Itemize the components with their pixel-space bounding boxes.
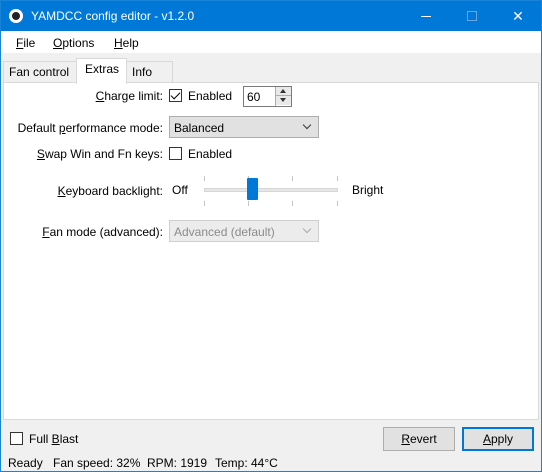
- menu-options[interactable]: Options: [53, 36, 94, 50]
- menu-help[interactable]: Help: [114, 36, 139, 50]
- minimize-icon: [421, 16, 431, 17]
- full-blast-label-post: last: [59, 432, 79, 446]
- fan-mode-accel: F: [42, 225, 50, 239]
- swap-keys-enabled-label[interactable]: Enabled: [188, 147, 232, 161]
- close-icon: ✕: [512, 8, 524, 24]
- status-state: Ready: [8, 456, 43, 470]
- fan-mode-text: an mode (advanced):: [49, 225, 163, 239]
- perf-mode-select[interactable]: Balanced: [169, 116, 319, 138]
- fan-mode-select: Advanced (default): [169, 220, 319, 242]
- slider-tick: [248, 201, 249, 206]
- slider-tick: [204, 176, 205, 181]
- tab-info-label: Info: [132, 65, 153, 79]
- slider-tick: [337, 176, 338, 181]
- slider-tick: [337, 201, 338, 206]
- tab-extras-label: Extras: [85, 62, 120, 76]
- chevron-down-icon: [303, 226, 313, 236]
- apply-accel: A: [482, 432, 491, 446]
- menu-file[interactable]: File: [16, 36, 35, 50]
- menu-help-accel: H: [114, 36, 123, 50]
- perf-mode-label-pre: Default: [17, 121, 59, 135]
- maximize-button: [449, 1, 495, 31]
- charge-limit-label: Charge limit:: [51, 89, 163, 103]
- apply-button[interactable]: Apply: [462, 427, 534, 451]
- status-fan-speed: Fan speed: 32%: [53, 456, 141, 470]
- app-window: YAMDCC config editor - v1.2.0 ✕ File Opt…: [0, 0, 542, 472]
- apply-label: pply: [491, 432, 514, 446]
- tab-fan-control-label: Fan control: [9, 65, 70, 79]
- tab-strip: Fan control Extras Info: [1, 53, 541, 85]
- slider-tick: [292, 176, 293, 181]
- charge-limit-spinner[interactable]: 60: [243, 86, 292, 107]
- menu-help-label: elp: [122, 36, 139, 50]
- status-temp: Temp: 44°C: [215, 456, 278, 470]
- maximize-icon: [467, 11, 477, 21]
- close-button[interactable]: ✕: [495, 1, 541, 31]
- charge-limit-text: harge limit:: [104, 89, 163, 103]
- revert-label: evert: [409, 432, 437, 446]
- slider-tick: [292, 201, 293, 206]
- tab-extras[interactable]: Extras: [76, 58, 127, 84]
- charge-limit-enabled-label[interactable]: Enabled: [188, 89, 232, 103]
- full-blast-label[interactable]: Full Blast: [29, 432, 78, 446]
- charge-limit-accel: C: [95, 89, 105, 103]
- full-blast-checkbox[interactable]: [10, 432, 23, 445]
- backlight-min-label: Off: [172, 183, 188, 197]
- charge-limit-checkbox[interactable]: [169, 89, 182, 102]
- slider-tick: [204, 201, 205, 206]
- backlight-label: Keyboard backlight:: [31, 184, 163, 198]
- perf-mode-accel: p: [58, 121, 66, 135]
- charge-limit-value[interactable]: 60: [247, 90, 260, 104]
- perf-mode-value: Balanced: [174, 121, 225, 135]
- title-bar[interactable]: YAMDCC config editor - v1.2.0 ✕: [1, 1, 541, 31]
- slider-track: [204, 188, 338, 192]
- swap-keys-label: Swap Win and Fn keys:: [21, 147, 163, 161]
- swap-keys-checkbox[interactable]: [169, 147, 182, 160]
- chevron-down-icon: [303, 122, 313, 132]
- minimize-button[interactable]: [403, 1, 449, 31]
- perf-mode-label: Default performance mode:: [3, 121, 163, 135]
- swap-keys-accel: S: [36, 147, 45, 161]
- app-icon: [9, 9, 23, 23]
- full-blast-accel: B: [51, 432, 60, 446]
- full-blast-label-pre: Full: [29, 432, 52, 446]
- fan-mode-label: Fan mode (advanced):: [21, 225, 163, 239]
- slider-thumb[interactable]: [247, 178, 258, 200]
- tab-info[interactable]: Info: [126, 61, 173, 83]
- spinner-buttons: [275, 87, 291, 106]
- window-title: YAMDCC config editor - v1.2.0: [31, 9, 195, 23]
- revert-accel: R: [401, 432, 410, 446]
- menu-bar: File Options Help: [1, 31, 541, 53]
- spinner-down-icon[interactable]: [276, 96, 291, 105]
- backlight-max-label: Bright: [352, 183, 384, 197]
- backlight-accel: K: [57, 184, 66, 198]
- menu-file-label: ile: [23, 36, 36, 50]
- fan-mode-value: Advanced (default): [174, 225, 275, 239]
- menu-options-accel: O: [53, 36, 63, 50]
- backlight-slider[interactable]: [204, 176, 338, 206]
- swap-keys-text: wap Win and Fn keys:: [44, 147, 163, 161]
- perf-mode-label-post: erformance mode:: [65, 121, 163, 135]
- tab-fan-control[interactable]: Fan control: [3, 61, 78, 83]
- revert-button[interactable]: Revert: [383, 427, 455, 451]
- menu-options-label: ptions: [62, 36, 95, 50]
- status-rpm: RPM: 1919: [147, 456, 208, 470]
- backlight-text: eyboard backlight:: [65, 184, 163, 198]
- spinner-up-icon[interactable]: [276, 87, 291, 96]
